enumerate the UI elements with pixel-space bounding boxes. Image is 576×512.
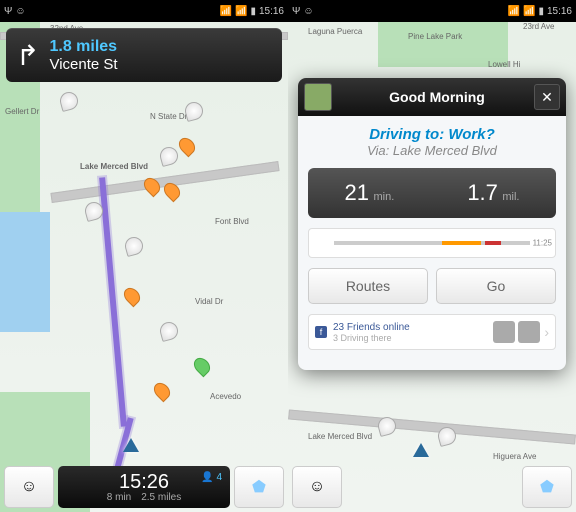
left-screenshot: Ψ ☺ 📶 📶 ▮ 15:16 32nd Ave Sigmund Lakesho… (0, 0, 288, 512)
waze-icon: ☺ (309, 478, 325, 496)
location-pin[interactable] (151, 380, 174, 403)
right-screenshot: Ψ ☺ 📶 📶 ▮ 15:16 Laguna Puerca Pine Lake … (288, 0, 576, 512)
current-location-arrow (413, 443, 429, 457)
report-icon: ⬟ (252, 477, 266, 497)
friend-thumb (493, 321, 515, 343)
hazard-pin[interactable] (176, 135, 199, 158)
wazer-icon[interactable] (58, 90, 80, 112)
police-pin[interactable] (121, 285, 144, 308)
go-button[interactable]: Go (436, 268, 556, 304)
next-turn-distance: 1.8 miles (49, 38, 117, 56)
turn-right-icon: ↱ (16, 39, 39, 72)
status-bar: Ψ ☺ 📶 📶 ▮ 15:16 (0, 0, 288, 22)
map-canvas[interactable]: 32nd Ave Sigmund Lakeshore Alternative G… (0, 22, 288, 512)
location-pin[interactable] (191, 355, 214, 378)
chevron-right-icon: › (544, 324, 549, 340)
routes-button[interactable]: Routes (308, 268, 428, 304)
user-avatar[interactable] (304, 83, 332, 111)
battery-icon: ▮ (538, 6, 544, 17)
signal-icon: 📶 (523, 6, 535, 17)
usb-icon: Ψ (292, 6, 300, 17)
road-label: Lake Merced Blvd (308, 432, 372, 441)
menu-button[interactable]: ☺ (4, 466, 54, 508)
friend-count: 👤 4 (201, 472, 222, 483)
car-avatar[interactable] (123, 235, 145, 257)
eta-distance: 2.5 miles (141, 492, 181, 503)
report-icon: ⬟ (540, 477, 554, 497)
close-button[interactable]: ✕ (534, 84, 560, 110)
wazer-icon[interactable] (158, 320, 180, 342)
bottom-toolbar: ☺ ⬟ (288, 462, 576, 512)
trip-distance-unit: mil. (502, 191, 519, 203)
usb-icon: Ψ (4, 6, 12, 17)
destination-prompt: Driving to: Work? (308, 126, 556, 143)
app-icon: ☺ (15, 6, 25, 17)
drive-suggestion-modal: Good Morning ✕ Driving to: Work? Via: La… (298, 78, 566, 370)
trip-stats: 21 min. 1.7 mil. (308, 168, 556, 218)
road-label: Higuera Ave (493, 452, 536, 461)
signal-icon: 📶 (220, 6, 232, 17)
battery-icon: ▮ (250, 6, 256, 17)
friend-thumb (518, 321, 540, 343)
trip-time-unit: min. (373, 191, 394, 203)
trip-time-value: 21 (345, 180, 369, 205)
road-label: N State Dr (150, 112, 187, 121)
trip-distance-value: 1.7 (467, 180, 498, 205)
signal-icon: 📶 (235, 6, 247, 17)
road-label: Pine Lake Park (408, 32, 462, 41)
waze-icon: ☺ (21, 478, 37, 496)
friends-driving-label: 3 Driving there (333, 333, 490, 343)
road-label: Acevedo (210, 392, 241, 401)
eta-panel[interactable]: 👤 4 15:26 8 min 2.5 miles (58, 466, 230, 508)
facebook-icon: f (315, 326, 327, 338)
road-label: Gellert Dr (5, 107, 39, 116)
navigation-banner[interactable]: ↱ 1.8 miles Vicente St (6, 28, 282, 82)
app-icon: ☺ (303, 6, 313, 17)
road-label: Lowell Hi (488, 60, 520, 69)
arrival-time: 15:26 (119, 472, 169, 492)
modal-title: Good Morning (340, 89, 534, 105)
clock: 15:16 (259, 6, 284, 17)
road-label: 23rd Ave (523, 22, 554, 31)
next-turn-street: Vicente St (49, 56, 117, 73)
menu-button[interactable]: ☺ (292, 466, 342, 508)
modal-header: Good Morning ✕ (298, 78, 566, 116)
close-icon: ✕ (541, 89, 553, 106)
wazer-icon[interactable] (183, 100, 205, 122)
friends-online-label: 23 Friends online (333, 322, 490, 333)
clock: 15:16 (547, 6, 572, 17)
traffic-timeline[interactable]: 11:25 (308, 228, 556, 258)
bottom-toolbar: ☺ 👤 4 15:26 8 min 2.5 miles ⬟ (0, 462, 288, 512)
report-button[interactable]: ⬟ (522, 466, 572, 508)
timeline-eta: 11:25 (533, 239, 552, 248)
wazer-icon[interactable] (158, 145, 180, 167)
road-label: Laguna Puerca (308, 27, 362, 36)
status-bar: Ψ ☺ 📶 📶 ▮ 15:16 (288, 0, 576, 22)
road-label: Vidal Dr (195, 297, 223, 306)
route-via: Via: Lake Merced Blvd (308, 143, 556, 158)
current-location-arrow (123, 438, 139, 452)
road-label: Lake Merced Blvd (80, 162, 148, 171)
friends-bar[interactable]: f 23 Friends online 3 Driving there › (308, 314, 556, 350)
road-label: Font Blvd (215, 217, 249, 226)
report-button[interactable]: ⬟ (234, 466, 284, 508)
eta-minutes: 8 min (107, 492, 131, 503)
signal-icon: 📶 (508, 6, 520, 17)
